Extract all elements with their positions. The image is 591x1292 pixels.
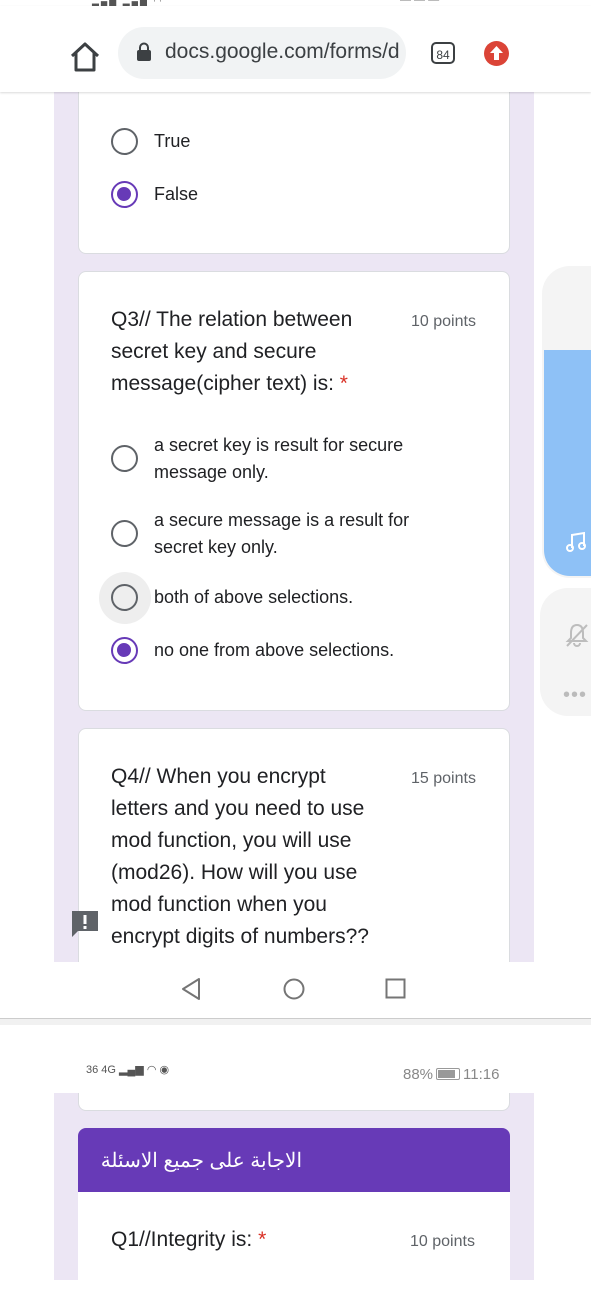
home-nav-icon[interactable] bbox=[283, 978, 305, 1000]
update-icon[interactable] bbox=[484, 41, 509, 66]
required-asterisk: * bbox=[258, 1228, 267, 1251]
lock-icon bbox=[137, 42, 151, 61]
feedback-icon[interactable] bbox=[70, 909, 100, 939]
system-navigation-bar bbox=[0, 962, 591, 1019]
question-card-q1: Q1//Integrity is: * 10 points bbox=[78, 1192, 510, 1292]
radio-q3-option-1[interactable] bbox=[111, 445, 138, 472]
wifi-icon: ◠ bbox=[146, 1064, 157, 1076]
question-card-q3: Q3// The relation between secret key and… bbox=[78, 271, 510, 711]
signal-status: 36 4G ▂▄▆ ◠ ◉ bbox=[86, 1064, 170, 1076]
option-label-q3-2: a secure message is a result for secret … bbox=[154, 510, 410, 557]
points-label-q1: 10 points bbox=[410, 1233, 475, 1250]
question-card-q4: Q4// When you encrypt letters and you ne… bbox=[78, 728, 510, 962]
option-label-true: True bbox=[154, 131, 191, 151]
points-label-q3: 10 points bbox=[411, 313, 476, 330]
question-title-q4: Q4// When you encrypt letters and you ne… bbox=[111, 765, 369, 948]
tabs-icon[interactable]: 84 bbox=[431, 42, 455, 64]
option-label-q3-4: no one from above selections. bbox=[154, 640, 395, 660]
radio-true[interactable] bbox=[111, 128, 138, 155]
question-card-q2: True False bbox=[78, 92, 510, 254]
notification-off-icon[interactable] bbox=[564, 622, 590, 648]
radio-q3-option-4[interactable] bbox=[111, 637, 138, 664]
points-label-q4: 15 points bbox=[411, 770, 476, 787]
question-title-q1: Q1//Integrity is: * bbox=[111, 1228, 267, 1251]
option-label-false: False bbox=[154, 184, 199, 204]
option-label-q3-1: a secret key is result for secure messag… bbox=[154, 435, 404, 482]
status-bar: 36 4G ▂▄▆ ◠ ◉ 88% 11:16 bbox=[0, 1025, 591, 1095]
more-icon[interactable]: ••• bbox=[563, 684, 587, 707]
back-icon[interactable] bbox=[180, 977, 202, 1001]
battery-time: 88% 11:16 bbox=[403, 1066, 500, 1083]
url-text: docs.google.com/forms/d bbox=[165, 40, 400, 63]
section-header: الاجابة على جميع الاسئلة bbox=[78, 1128, 510, 1192]
radio-q3-option-3[interactable] bbox=[111, 584, 138, 611]
option-label-q3-3: both of above selections. bbox=[154, 587, 354, 607]
browser-toolbar: docs.google.com/forms/d 84 bbox=[0, 6, 591, 92]
home-icon[interactable] bbox=[62, 34, 108, 80]
radio-false[interactable] bbox=[111, 181, 138, 208]
form-background: True False Q3// The relation between sec… bbox=[54, 92, 534, 962]
floating-music-panel[interactable] bbox=[542, 266, 591, 578]
recents-icon[interactable] bbox=[385, 978, 406, 999]
music-note-icon[interactable] bbox=[564, 530, 588, 554]
eye-icon: ◉ bbox=[159, 1064, 170, 1076]
address-bar[interactable]: docs.google.com/forms/d bbox=[118, 27, 406, 79]
radio-q3-option-2[interactable] bbox=[111, 520, 138, 547]
question-title-q3: Q3// The relation between secret key and… bbox=[111, 308, 353, 395]
signal-icon: ▂▄▆ bbox=[119, 1064, 144, 1076]
section-header-title: الاجابة على جميع الاسئلة bbox=[100, 1150, 302, 1172]
battery-icon bbox=[436, 1068, 461, 1080]
previous-card-edge bbox=[78, 1093, 510, 1111]
required-asterisk: * bbox=[339, 372, 348, 395]
